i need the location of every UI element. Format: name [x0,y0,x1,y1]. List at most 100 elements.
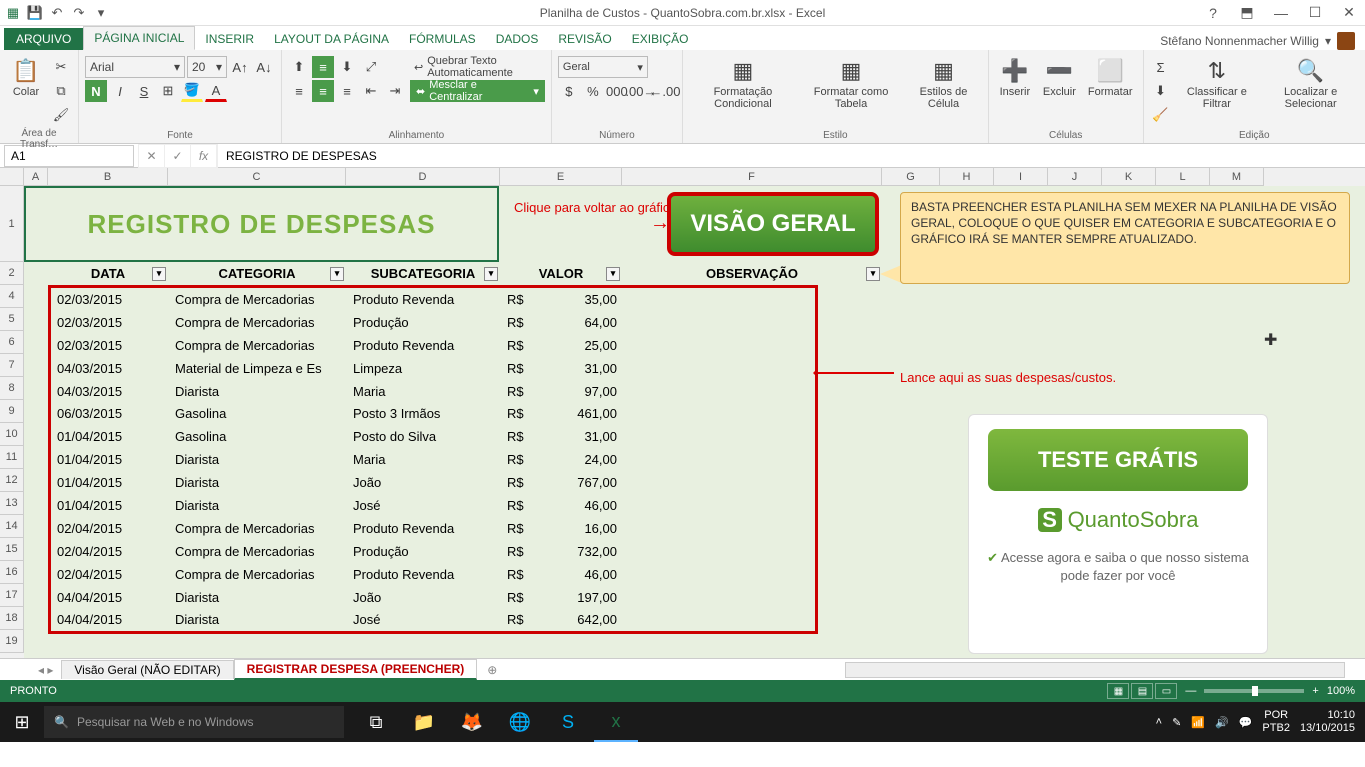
col-categoria[interactable]: CATEGORIA▾ [168,262,346,285]
table-row[interactable]: 04/04/2015DiaristaJoséR$642,00 [51,608,815,631]
table-row[interactable]: 02/04/2015Compra de MercadoriasProduto R… [51,517,815,540]
firefox-icon[interactable]: 🦊 [450,702,494,742]
close-icon[interactable]: ✕ [1337,4,1361,21]
row-header-19[interactable]: 19 [0,630,24,653]
align-center-icon[interactable]: ≡ [312,80,334,102]
col-header-J[interactable]: J [1048,168,1102,186]
tab-file[interactable]: ARQUIVO [4,28,83,50]
merge-center-button[interactable]: ⬌Mesclar e Centralizar▾ [410,80,545,102]
task-view-icon[interactable]: ⧉ [354,702,398,742]
select-all-cell[interactable] [0,168,24,186]
col-header-A[interactable]: A [24,168,48,186]
font-size-selector[interactable]: 20▾ [187,56,227,78]
help-icon[interactable]: ? [1201,5,1225,21]
table-row[interactable]: 04/04/2015DiaristaJoãoR$197,00 [51,586,815,609]
visao-geral-button[interactable]: VISÃO GERAL [667,192,879,256]
align-right-icon[interactable]: ≡ [336,80,358,102]
save-icon[interactable]: 💾 [26,4,44,22]
row-header-13[interactable]: 13 [0,492,24,515]
col-valor[interactable]: VALOR▾ [500,262,622,285]
maximize-icon[interactable]: ☐ [1303,4,1327,21]
zoom-in-icon[interactable]: + [1312,685,1318,697]
dec-decimal-icon[interactable]: ←.00 [654,80,676,102]
tray-lang[interactable]: POR PTB2 [1262,709,1290,735]
font-color-button[interactable]: A [205,80,227,102]
user-info[interactable]: Stêfano Nonnenmacher Willig ▾ [1160,32,1365,50]
table-row[interactable]: 02/04/2015Compra de MercadoriasProduto R… [51,563,815,586]
align-left-icon[interactable]: ≡ [288,80,310,102]
increase-font-icon[interactable]: A↑ [229,56,251,78]
border-button[interactable]: ⊞ [157,80,179,102]
avatar[interactable] [1337,32,1355,50]
undo-icon[interactable]: ↶ [48,4,66,22]
col-header-E[interactable]: E [500,168,622,186]
row-header-5[interactable]: 5 [0,308,24,331]
table-row[interactable]: 02/03/2015Compra de MercadoriasProduto R… [51,334,815,357]
col-data[interactable]: DATA▾ [48,262,168,285]
accept-formula-icon[interactable]: ✓ [165,145,191,167]
tab-view[interactable]: EXIBIÇÃO [622,28,699,50]
col-header-K[interactable]: K [1102,168,1156,186]
tab-formulas[interactable]: FÓRMULAS [399,28,486,50]
col-header-B[interactable]: B [48,168,168,186]
align-middle-icon[interactable]: ≡ [312,56,334,78]
table-row[interactable]: 04/03/2015DiaristaMariaR$97,00 [51,380,815,403]
row-header-10[interactable]: 10 [0,423,24,446]
horizontal-scrollbar[interactable] [845,662,1345,678]
col-observacao[interactable]: OBSERVAÇÃO▾ [622,262,882,285]
col-header-G[interactable]: G [882,168,940,186]
fill-icon[interactable]: ⬇ [1150,80,1172,102]
tab-home[interactable]: PÁGINA INICIAL [83,26,195,50]
row-header-8[interactable]: 8 [0,377,24,400]
excel-taskbar-icon[interactable]: x [594,702,638,742]
tray-up-icon[interactable]: ˄ [1156,716,1162,728]
col-header-H[interactable]: H [940,168,994,186]
tab-data[interactable]: DADOS [486,28,549,50]
find-select-button[interactable]: 🔍Localizar e Selecionar [1262,56,1359,112]
col-subcategoria[interactable]: SUBCATEGORIA▾ [346,262,500,285]
table-row[interactable]: 01/04/2015DiaristaJoséR$46,00 [51,494,815,517]
col-header-M[interactable]: M [1210,168,1264,186]
filter-icon[interactable]: ▾ [606,267,620,281]
clear-icon[interactable]: 🧹 [1150,104,1172,126]
filter-icon[interactable]: ▾ [152,267,166,281]
minimize-icon[interactable]: — [1269,5,1293,21]
cond-format-button[interactable]: ▦Formatação Condicional [689,56,797,112]
table-row[interactable]: 04/03/2015Material de Limpeza e EsLimpez… [51,357,815,380]
format-painter-icon[interactable]: 🖌 [50,104,72,126]
autosum-icon[interactable]: Σ [1150,56,1172,78]
search-box[interactable]: 🔍 Pesquisar na Web e no Windows [44,706,344,738]
sort-filter-button[interactable]: ⇅Classificar e Filtrar [1176,56,1259,112]
col-header-F[interactable]: F [622,168,882,186]
formula-input[interactable]: REGISTRO DE DESPESAS [218,149,1365,163]
sheet-tab-registrar[interactable]: REGISTRAR DESPESA (PREENCHER) [234,659,478,680]
table-row[interactable]: 01/04/2015DiaristaMariaR$24,00 [51,448,815,471]
tab-review[interactable]: REVISÃO [548,28,621,50]
sheet-tab-visao[interactable]: Visão Geral (NÃO EDITAR) [61,660,233,679]
redo-icon[interactable]: ↷ [70,4,88,22]
fill-color-button[interactable]: 🪣 [181,80,203,102]
ribbon-options-icon[interactable]: ⬒ [1235,4,1259,21]
row-header-9[interactable]: 9 [0,400,24,423]
tray-network-icon[interactable]: 📶 [1191,716,1205,729]
qat-more-icon[interactable]: ▾ [92,4,110,22]
col-header-I[interactable]: I [994,168,1048,186]
row-header-17[interactable]: 17 [0,584,24,607]
table-row[interactable]: 06/03/2015GasolinaPosto 3 IrmãosR$461,00 [51,402,815,425]
currency-icon[interactable]: $ [558,80,580,102]
tray-notif-icon[interactable]: 💬 [1239,716,1253,729]
table-row[interactable]: 01/04/2015GasolinaPosto do SilvaR$31,00 [51,425,815,448]
font-selector[interactable]: Arial▾ [85,56,185,78]
row-header-2[interactable]: 2 [0,262,24,285]
table-row[interactable]: 01/04/2015DiaristaJoãoR$767,00 [51,471,815,494]
format-table-button[interactable]: ▦Formatar como Tabela [801,56,901,112]
chrome-icon[interactable]: 🌐 [498,702,542,742]
view-normal-icon[interactable]: ▦ [1107,683,1129,699]
underline-button[interactable]: S [133,80,155,102]
user-dropdown-icon[interactable]: ▾ [1325,34,1331,48]
align-bottom-icon[interactable]: ⬇ [336,56,358,78]
orientation-icon[interactable]: ⤢ [360,56,382,78]
paste-button[interactable]: 📋 Colar [6,56,46,100]
zoom-out-icon[interactable]: — [1185,685,1196,697]
delete-button[interactable]: ➖Excluir [1039,56,1080,100]
